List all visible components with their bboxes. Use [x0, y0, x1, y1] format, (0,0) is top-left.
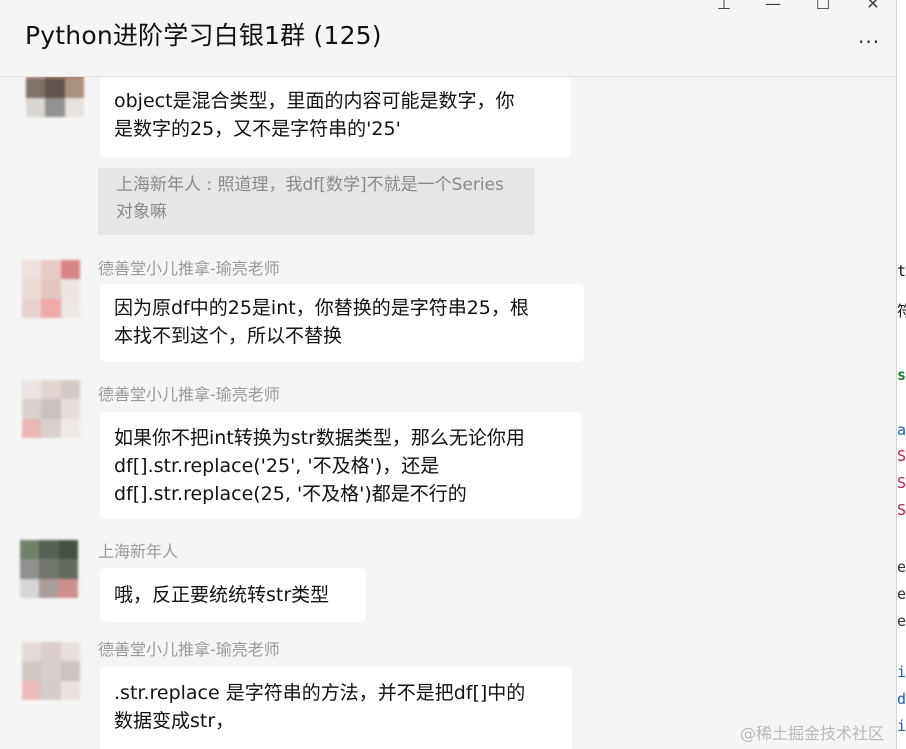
strip-char: i [897, 663, 906, 681]
message-bubble[interactable]: 因为原df中的25是int，你替换的是字符串25，根 本找不到这个，所以不替换 [100, 284, 584, 362]
maximize-icon[interactable]: ☐ [812, 0, 834, 13]
avatar[interactable] [22, 260, 80, 318]
message-bubble[interactable]: .str.replace 是字符串的方法，并不是把df[]中的 数据变成str， [100, 667, 572, 749]
strip-char: S [897, 447, 906, 465]
sender-name[interactable]: 上海新年人 [98, 538, 178, 562]
background-window-strip: ti 符 s a S S S e e e i d i [896, 0, 906, 749]
message-bubble[interactable]: 哦，反正要统统转str类型 [100, 568, 366, 622]
chat-header: Python进阶学习白银1群 (125) ⊥ — ☐ ✕ ··· [0, 0, 896, 77]
message-text-line: .str.replace 是字符串的方法，并不是把df[]中的 [114, 682, 526, 704]
strip-char: S [897, 474, 906, 492]
strip-char: i [897, 717, 906, 735]
strip-char: s [897, 366, 906, 384]
message-text-line: df[].str.replace(25, '不及格')都是不行的 [114, 483, 467, 505]
message-list[interactable]: object是混合类型，里面的内容可能是数字，你 是数字的25，又不是字符串的'… [0, 77, 896, 749]
sender-name[interactable]: 德善堂小儿推拿-瑜亮老师 [98, 255, 280, 279]
watermark: @稀土掘金技术社区 [740, 724, 885, 743]
quote-text-line: 对象嘛 [116, 202, 167, 222]
message-bubble[interactable]: 如果你不把int转换为str数据类型，那么无论你用 df[].str.repla… [100, 412, 581, 519]
strip-char: 符 [897, 300, 906, 321]
quote-text-line: 上海新年人 : 照道理，我df[数学]不就是一个Series [116, 175, 504, 195]
strip-char: a [897, 421, 906, 439]
message-bubble[interactable]: object是混合类型，里面的内容可能是数字，你 是数字的25，又不是字符串的'… [100, 77, 571, 157]
message-text-line: object是混合类型，里面的内容可能是数字，你 [114, 90, 515, 112]
strip-char: e [897, 558, 906, 576]
message-text-line: 哦，反正要统统转str类型 [114, 584, 330, 606]
avatar[interactable] [26, 77, 84, 117]
strip-char: e [897, 612, 906, 630]
avatar[interactable] [20, 540, 78, 598]
pin-icon[interactable]: ⊥ [713, 0, 735, 13]
sender-name[interactable]: 德善堂小儿推拿-瑜亮老师 [98, 381, 280, 405]
message-text-line: 本找不到这个，所以不替换 [114, 325, 343, 347]
minimize-icon[interactable]: — [762, 0, 784, 13]
message-text-line: 数据变成str， [114, 710, 235, 732]
message-text-line: 如果你不把int转换为str数据类型，那么无论你用 [114, 427, 525, 449]
chat-title: Python进阶学习白银1群 (125) [25, 21, 382, 50]
avatar[interactable] [22, 380, 80, 438]
message-text-line: 因为原df中的25是int，你替换的是字符串25，根 [114, 297, 529, 319]
quoted-message[interactable]: 上海新年人 : 照道理，我df[数学]不就是一个Series 对象嘛 [98, 168, 535, 235]
sender-name[interactable]: 德善堂小儿推拿-瑜亮老师 [98, 636, 280, 660]
avatar[interactable] [22, 642, 80, 700]
strip-char: ti [897, 262, 906, 280]
strip-char: S [897, 501, 906, 519]
more-icon[interactable]: ··· [858, 30, 880, 54]
message-text-line: 是数字的25，又不是字符串的'25' [114, 118, 401, 140]
strip-char: d [897, 690, 906, 708]
strip-char: e [897, 585, 906, 603]
close-icon[interactable]: ✕ [862, 0, 884, 13]
message-text-line: df[].str.replace('25', '不及格')，还是 [114, 455, 440, 477]
